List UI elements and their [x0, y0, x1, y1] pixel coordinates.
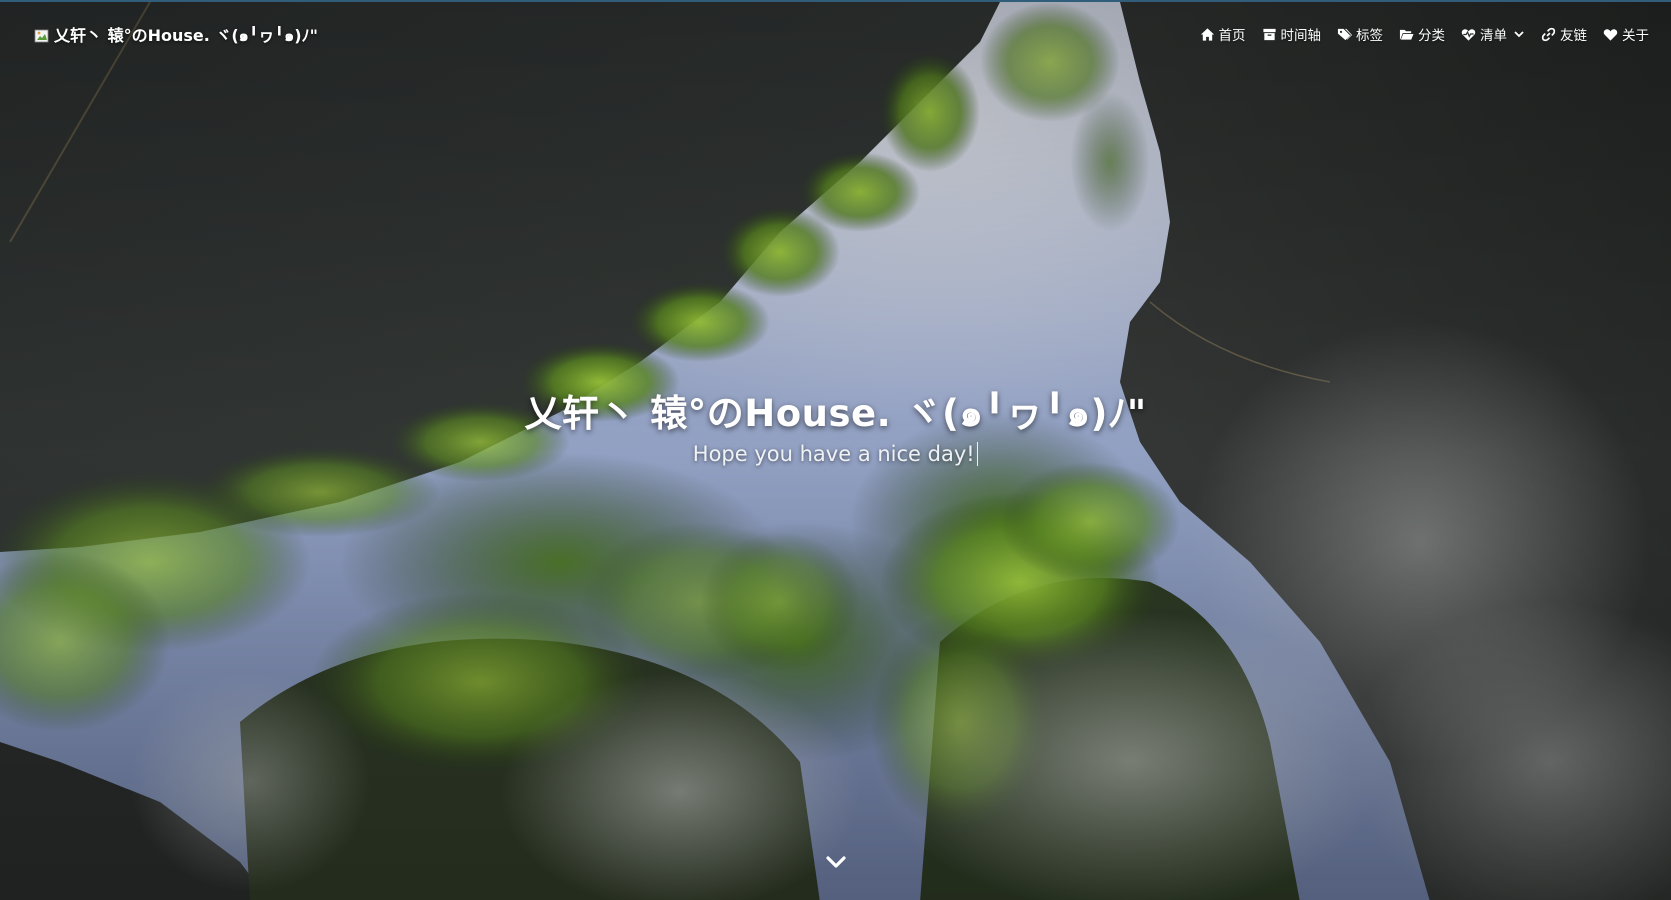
hero-banner: 乂轩丶 辕°のHouse. ヾ(๑╹ヮ╹๑)ﾉ" 首页 时间轴 标签 分类 清单… — [0, 0, 1671, 900]
subtitle-wrap: Hope you have a nice day! — [692, 442, 979, 467]
scroll-down-button[interactable] — [821, 848, 851, 878]
broken-image-icon — [34, 29, 49, 42]
nav-menu: 首页 时间轴 标签 分类 清单 友链 关于 — [1200, 24, 1649, 44]
nav-item-home[interactable]: 首页 — [1200, 24, 1246, 44]
nav-label-friends: 友链 — [1560, 28, 1587, 44]
nav-item-tags[interactable]: 标签 — [1337, 24, 1383, 44]
heart-icon — [1603, 28, 1618, 41]
site-subtitle: Hope you have a nice day! — [692, 442, 975, 467]
nav-item-categories[interactable]: 分类 — [1399, 24, 1445, 44]
home-icon — [1200, 27, 1214, 41]
nav-item-about[interactable]: 关于 — [1603, 24, 1649, 44]
hero-content: 乂轩丶 辕°のHouse. ヾ(๑╹ヮ╹๑)ﾉ" Hope you have a… — [0, 392, 1671, 467]
nav-label-home: 首页 — [1218, 28, 1246, 44]
chevron-down-icon — [826, 856, 846, 868]
link-icon — [1541, 27, 1556, 41]
chevron-down-icon — [1514, 31, 1524, 38]
typing-cursor — [976, 442, 979, 467]
nav-item-list-dropdown[interactable]: 清单 — [1461, 24, 1525, 44]
nav-label-tags: 标签 — [1356, 28, 1383, 44]
tags-icon — [1337, 28, 1352, 40]
nav-label-list: 清单 — [1480, 28, 1507, 44]
folder-open-icon — [1399, 29, 1414, 40]
nav-label-timeline: 时间轴 — [1280, 28, 1322, 44]
top-navbar: 乂轩丶 辕°のHouse. ヾ(๑╹ヮ╹๑)ﾉ" 首页 时间轴 标签 分类 清单… — [0, 2, 1671, 66]
site-title: 乂轩丶 辕°のHouse. ヾ(๑╹ヮ╹๑)ﾉ" — [524, 392, 1147, 435]
brand-text: 乂轩丶 辕°のHouse. ヾ(๑╹ヮ╹๑)ﾉ" — [54, 26, 318, 45]
nav-item-timeline[interactable]: 时间轴 — [1262, 24, 1322, 44]
heartbeat-icon — [1461, 28, 1476, 41]
archive-icon — [1262, 28, 1276, 40]
nav-label-about: 关于 — [1622, 28, 1649, 44]
nav-item-friends[interactable]: 友链 — [1541, 24, 1587, 44]
nav-label-categories: 分类 — [1418, 28, 1445, 44]
site-brand[interactable]: 乂轩丶 辕°のHouse. ヾ(๑╹ヮ╹๑)ﾉ" — [34, 22, 318, 49]
